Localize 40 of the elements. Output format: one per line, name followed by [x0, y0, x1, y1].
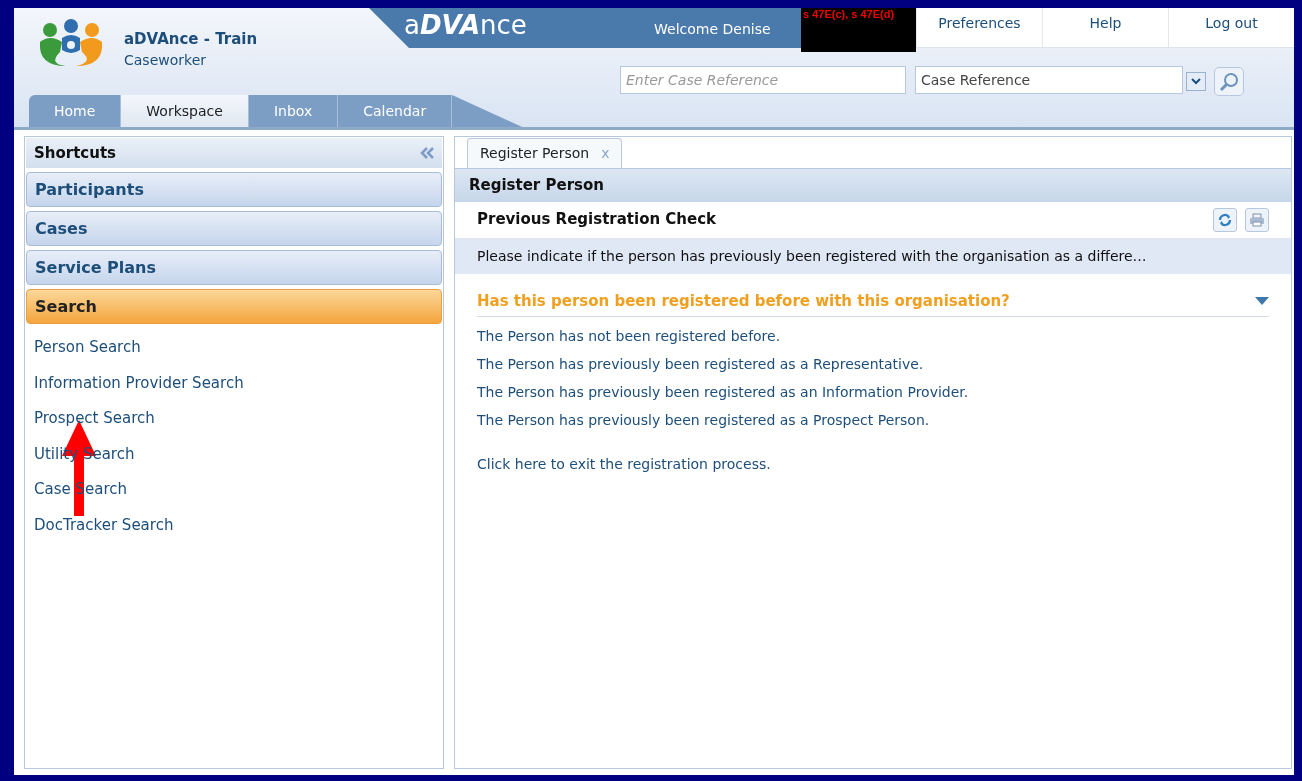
collapse-icon[interactable]: [420, 147, 434, 159]
dropdown-button[interactable]: [1186, 72, 1206, 91]
search-button[interactable]: [1214, 67, 1244, 96]
shortcut-section[interactable]: Participants: [26, 172, 442, 207]
header-link[interactable]: Help: [1042, 8, 1168, 47]
chevron-down-icon: [1191, 78, 1201, 85]
welcome-text: Welcome Denise: [654, 20, 771, 39]
search-icon: [1219, 71, 1239, 92]
option-link[interactable]: The Person has previously been registered as a Representative.: [477, 351, 1269, 379]
case-reference-field[interactable]: Enter Case Reference: [620, 66, 906, 94]
header-link[interactable]: Log out: [1168, 8, 1294, 47]
refresh-button[interactable]: [1213, 207, 1237, 232]
shortcut-link[interactable]: Prospect Search: [26, 401, 442, 437]
search-type-select[interactable]: Case Reference: [915, 66, 1183, 94]
shortcut-section[interactable]: Search: [26, 289, 442, 324]
option-link[interactable]: The Person has not been registered before.: [477, 323, 1269, 351]
shortcuts-title: Shortcuts: [34, 142, 117, 164]
redaction-label: s 47E(c), s 47E(d): [801, 8, 916, 52]
print-button[interactable]: [1245, 207, 1269, 232]
exit-link[interactable]: Click here to exit the registration process.: [477, 451, 1269, 479]
header-link[interactable]: Preferences: [916, 8, 1042, 47]
brand-logo: aDVAnce: [404, 10, 527, 40]
expand-icon[interactable]: [1255, 296, 1269, 305]
app-title: aDVAnce - Train: [124, 29, 258, 50]
shortcut-link[interactable]: Information Provider Search: [26, 365, 442, 401]
shortcut-link[interactable]: DocTracker Search: [26, 507, 442, 543]
document-tab[interactable]: Register Person x: [467, 138, 623, 168]
printer-icon: [1249, 212, 1265, 227]
section-title: Previous Registration Check: [477, 209, 717, 231]
user-role: Caseworker: [124, 51, 206, 70]
question-heading: Has this person been registered before with this organisation?: [477, 290, 1010, 312]
option-link[interactable]: The Person has previously been registered as an Information Provider.: [477, 379, 1269, 407]
nav-tab[interactable]: Workspace: [121, 95, 249, 127]
instruction-text: Please indicate if the person has previously been registered with the organisation as a differe…: [455, 238, 1291, 274]
shortcut-link[interactable]: Person Search: [26, 330, 442, 366]
option-link[interactable]: The Person has previously been registered as a Prospect Person.: [477, 407, 1269, 435]
refresh-icon: [1218, 212, 1232, 227]
shortcut-section[interactable]: Service Plans: [26, 250, 442, 285]
page-title: Register Person: [455, 169, 1291, 202]
shortcut-section[interactable]: Cases: [26, 211, 442, 246]
